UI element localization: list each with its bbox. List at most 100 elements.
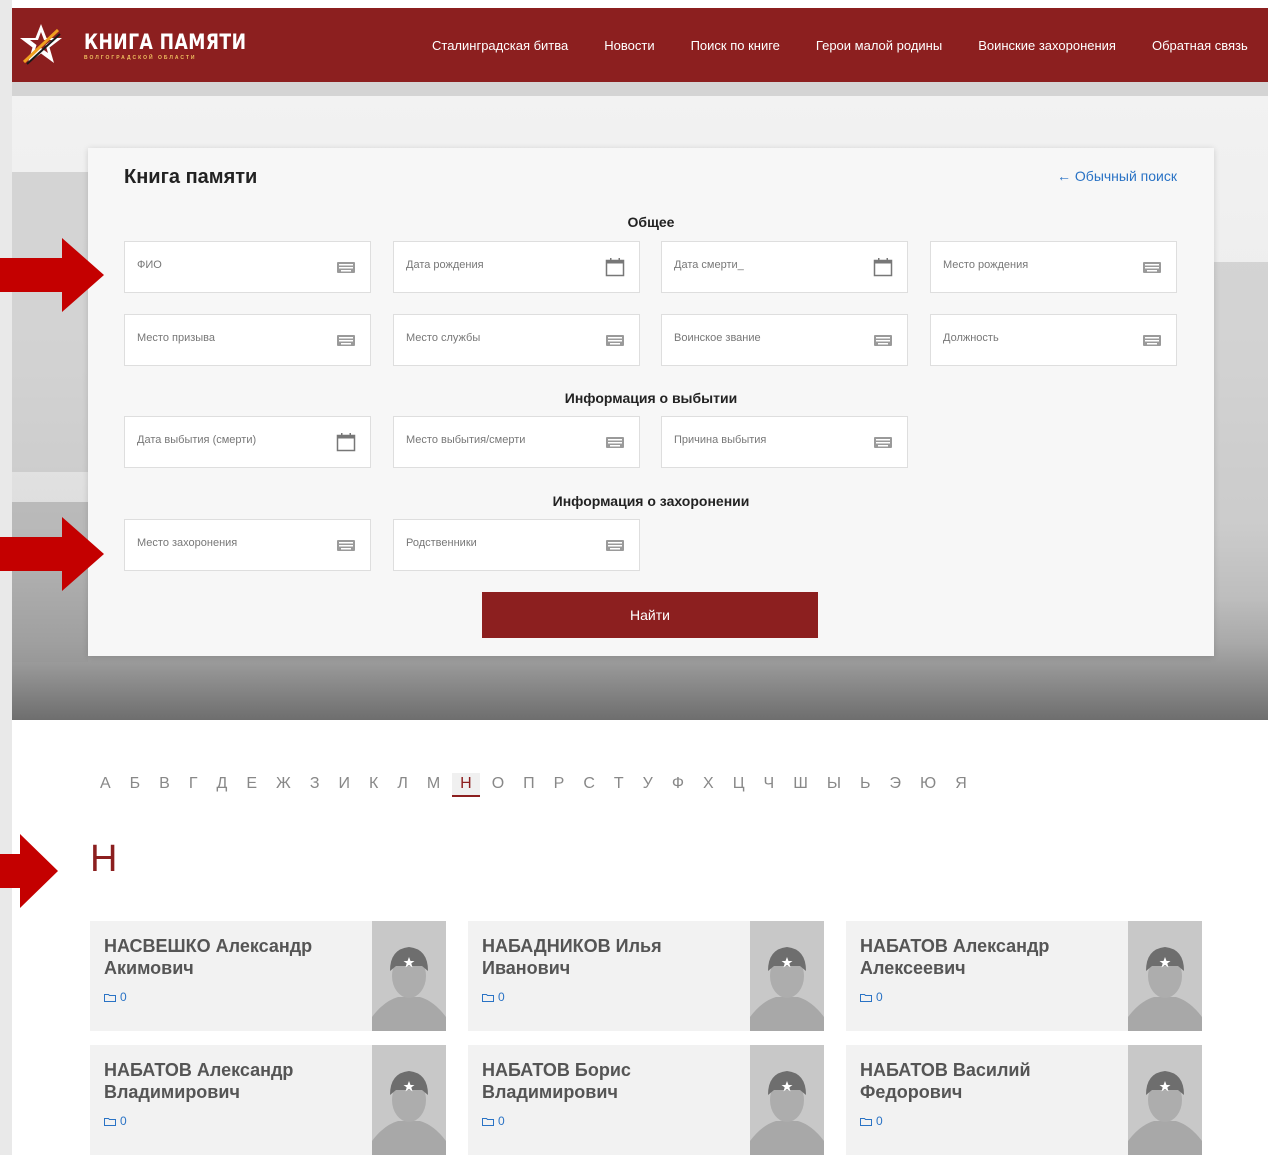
person-card[interactable]: НАБАТОВ Борис Владимирович 0	[468, 1045, 824, 1155]
letter-link[interactable]: Ц	[733, 773, 745, 797]
person-count-value: 0	[120, 1114, 127, 1128]
letter-link[interactable]: Х	[703, 773, 714, 797]
soldier-avatar-icon	[750, 921, 824, 1031]
person-count-value: 0	[498, 990, 505, 1004]
death-date-field	[661, 241, 908, 293]
person-count: 0	[104, 990, 127, 1004]
soldier-avatar-icon	[372, 921, 446, 1031]
service-place-input[interactable]	[406, 323, 596, 353]
nav-feedback[interactable]: Обратная связь	[1152, 38, 1248, 53]
logo-subtitle: ВОЛГОГРАДСКОЙ ОБЛАСТИ	[84, 55, 197, 61]
section-general: Общее	[627, 214, 675, 230]
keyboard-icon[interactable]	[336, 258, 356, 276]
person-name: НАБАТОВ Александр Алексеевич	[860, 936, 1050, 978]
letter-link[interactable]: Ш	[793, 773, 808, 797]
letter-link[interactable]: Ж	[276, 773, 291, 797]
letter-link[interactable]: З	[310, 773, 320, 797]
keyboard-icon[interactable]	[605, 433, 625, 451]
keyboard-icon[interactable]	[605, 536, 625, 554]
site-header: КНИГА ПАМЯТИ ВОЛГОГРАДСКОЙ ОБЛАСТИ Стали…	[12, 8, 1268, 82]
person-name: НАБАДНИКОВ Илья Иванович	[482, 936, 662, 978]
letter-link[interactable]: Б	[130, 773, 141, 797]
draft-place-field	[124, 314, 371, 366]
nav-book-search[interactable]: Поиск по книге	[691, 38, 780, 53]
nav-heroes[interactable]: Герои малой родины	[816, 38, 942, 53]
keyboard-icon[interactable]	[1142, 331, 1162, 349]
letter-link[interactable]: Ф	[672, 773, 684, 797]
burial-place-field	[124, 519, 371, 571]
person-count-value: 0	[498, 1114, 505, 1128]
position-input[interactable]	[943, 323, 1133, 353]
relatives-input[interactable]	[406, 528, 596, 558]
annotation-arrow-icon	[0, 238, 104, 312]
nav-burials[interactable]: Воинские захоронения	[978, 38, 1116, 53]
letter-link[interactable]: Ч	[764, 773, 775, 797]
letter-link[interactable]: С	[583, 773, 595, 797]
letter-link[interactable]: Г	[189, 773, 198, 797]
person-count-value: 0	[876, 1114, 883, 1128]
keyboard-icon[interactable]	[336, 536, 356, 554]
letter-link[interactable]: Е	[246, 773, 257, 797]
folder-icon	[104, 993, 116, 1002]
letter-link[interactable]: Ю	[920, 773, 936, 797]
person-card[interactable]: НАБАДНИКОВ Илья Иванович 0	[468, 921, 824, 1031]
keyboard-icon[interactable]	[336, 331, 356, 349]
site-logo[interactable]: КНИГА ПАМЯТИ ВОЛГОГРАДСКОЙ ОБЛАСТИ	[18, 22, 246, 66]
departure-date-input[interactable]	[137, 425, 327, 455]
letter-link[interactable]: Ы	[827, 773, 841, 797]
keyboard-icon[interactable]	[873, 433, 893, 451]
birth-date-input[interactable]	[406, 250, 596, 280]
nav-stalingrad-battle[interactable]: Сталинградская битва	[432, 38, 568, 53]
nav-news[interactable]: Новости	[604, 38, 654, 53]
fio-input[interactable]	[137, 250, 327, 280]
letter-link[interactable]: Ь	[860, 773, 871, 797]
letter-link[interactable]: Д	[217, 773, 228, 797]
letter-link[interactable]: Л	[397, 773, 408, 797]
draft-place-input[interactable]	[137, 323, 327, 353]
person-name: НАБАТОВ Василий Федорович	[860, 1060, 1031, 1102]
departure-reason-input[interactable]	[674, 425, 864, 455]
departure-place-field	[393, 416, 640, 468]
birth-place-input[interactable]	[943, 250, 1133, 280]
letter-link[interactable]: О	[492, 773, 504, 797]
birth-place-field	[930, 241, 1177, 293]
burial-place-input[interactable]	[137, 528, 327, 558]
section-departure: Информация о выбытии	[564, 390, 738, 406]
departure-place-input[interactable]	[406, 425, 596, 455]
letter-link[interactable]: Я	[955, 773, 967, 797]
person-card[interactable]: НАСВЕШКО Александр Акимович 0	[90, 921, 446, 1031]
person-count: 0	[482, 990, 505, 1004]
letter-link[interactable]: Р	[554, 773, 565, 797]
calendar-icon[interactable]	[605, 257, 625, 277]
letter-link[interactable]: Э	[890, 773, 902, 797]
current-letter-heading: Н	[90, 838, 118, 880]
rank-input[interactable]	[674, 323, 864, 353]
letter-link-active[interactable]: Н	[452, 773, 480, 797]
find-button[interactable]: Найти	[482, 592, 818, 638]
keyboard-icon[interactable]	[605, 331, 625, 349]
person-name: НАСВЕШКО Александр Акимович	[104, 936, 313, 978]
person-count: 0	[860, 1114, 883, 1128]
birth-date-field	[393, 241, 640, 293]
letter-link[interactable]: К	[369, 773, 378, 797]
relatives-field	[393, 519, 640, 571]
death-date-input[interactable]	[674, 250, 864, 280]
person-card[interactable]: НАБАТОВ Александр Владимирович 0	[90, 1045, 446, 1155]
calendar-icon[interactable]	[336, 432, 356, 452]
plain-search-link[interactable]: ← Обычный поиск	[1057, 168, 1177, 184]
letter-link[interactable]: П	[523, 773, 535, 797]
fio-field	[124, 241, 371, 293]
person-card[interactable]: НАБАТОВ Александр Алексеевич 0	[846, 921, 1202, 1031]
keyboard-icon[interactable]	[1142, 258, 1162, 276]
letter-link[interactable]: У	[643, 773, 653, 797]
keyboard-icon[interactable]	[873, 331, 893, 349]
person-card[interactable]: НАБАТОВ Василий Федорович 0	[846, 1045, 1202, 1155]
section-burial: Информация о захоронении	[552, 493, 750, 509]
letter-link[interactable]: М	[427, 773, 440, 797]
letter-link[interactable]: Т	[614, 773, 624, 797]
letter-link[interactable]: И	[338, 773, 350, 797]
folder-icon	[104, 1117, 116, 1126]
letter-link[interactable]: В	[159, 773, 170, 797]
letter-link[interactable]: А	[100, 773, 111, 797]
calendar-icon[interactable]	[873, 257, 893, 277]
